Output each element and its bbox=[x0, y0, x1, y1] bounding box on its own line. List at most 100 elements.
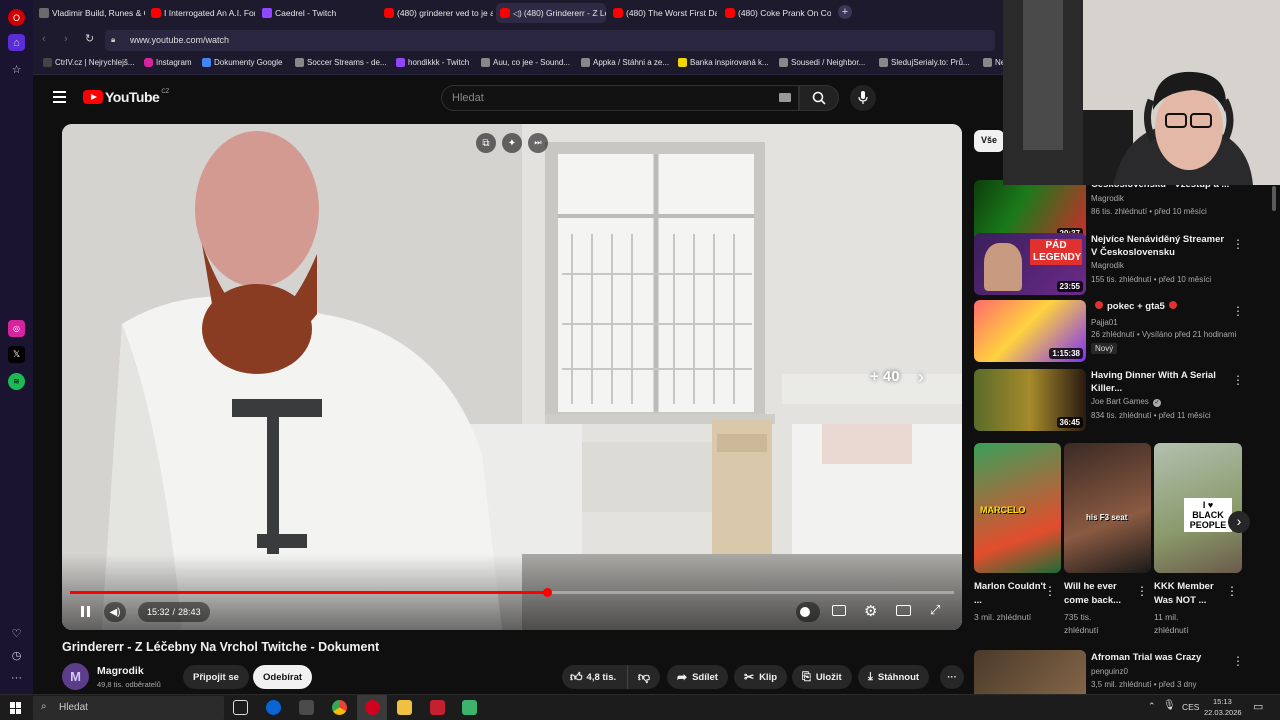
dislike-button[interactable]: 👎︎ bbox=[628, 665, 660, 689]
heart-icon[interactable]: ♡ bbox=[8, 625, 25, 642]
store-icon[interactable] bbox=[299, 700, 314, 715]
more-vertical-icon[interactable]: ⋮ bbox=[1232, 237, 1244, 251]
more-vertical-icon[interactable]: ⋮ bbox=[1136, 584, 1148, 598]
video-title-row[interactable]: pokec + gta5 bbox=[1095, 300, 1235, 313]
outlook-icon[interactable] bbox=[266, 700, 281, 715]
tab-2[interactable]: I Interrogated An A.I. For 7 bbox=[147, 3, 255, 23]
x-twitter-icon[interactable]: 𝕏 bbox=[8, 346, 25, 363]
tab-1[interactable]: Vladimir Build, Runes & C bbox=[35, 3, 145, 23]
address-bar[interactable]: 🔒︎ www.youtube.com/watch bbox=[105, 30, 995, 51]
more-vertical-icon[interactable]: ⋮ bbox=[1232, 654, 1244, 668]
tab-3[interactable]: Caedrel - Twitch bbox=[258, 3, 368, 23]
bookmark-item[interactable]: SledujSerialy.to: Prů... bbox=[879, 58, 970, 67]
spotify-icon[interactable]: ≋ bbox=[8, 373, 25, 390]
filter-chip-all[interactable]: Vše bbox=[974, 130, 1005, 152]
fullscreen-icon[interactable]: ⤢ bbox=[930, 602, 940, 618]
forward-icon[interactable]: › bbox=[64, 33, 68, 45]
short-thumbnail[interactable]: his F3 seat bbox=[1064, 443, 1151, 573]
short-title[interactable]: Will he ever come back... bbox=[1064, 580, 1136, 608]
instagram-icon[interactable]: ◎ bbox=[8, 320, 25, 337]
speaker-icon[interactable]: ◁) bbox=[513, 9, 522, 18]
like-button[interactable]: 👍︎ 4,8 tis. bbox=[562, 665, 628, 689]
bookmark-item[interactable]: Soccer Streams - de... bbox=[295, 58, 387, 67]
bookmark-item[interactable]: Instagram bbox=[144, 58, 192, 67]
skip-icon[interactable]: ⏭ bbox=[528, 133, 548, 153]
bookmark-item[interactable]: CtrlV.cz | Nejrychlejš... bbox=[43, 58, 135, 67]
opera-logo-icon[interactable]: O bbox=[8, 9, 25, 26]
video-player[interactable]: ⧉ ✦ ⏭ + 40 › ◀) 15:32/28:43 ⚙ ⤢ bbox=[62, 124, 962, 630]
menu-icon[interactable] bbox=[53, 91, 66, 103]
clock-date[interactable]: 22.03.2026 bbox=[1204, 708, 1242, 717]
recommendation-item[interactable]: PÁD LEGENDY 23:55 Nejvíce Nenáviděný Str… bbox=[974, 233, 1254, 297]
subtitles-icon[interactable] bbox=[832, 605, 846, 616]
video-title[interactable]: pokec + gta5 bbox=[1107, 301, 1165, 312]
clip-button[interactable]: ✂ Klip bbox=[734, 665, 788, 689]
video-thumbnail[interactable] bbox=[974, 650, 1086, 694]
download-button[interactable]: ⤓ Stáhnout bbox=[858, 665, 930, 689]
reload-icon[interactable]: ↻ bbox=[85, 32, 94, 45]
channel-name[interactable]: Magrodik bbox=[97, 665, 144, 677]
short-thumbnail[interactable]: MARCELO bbox=[974, 443, 1061, 573]
home-icon[interactable]: ⌂ bbox=[8, 34, 25, 51]
new-tab-button[interactable]: + bbox=[838, 5, 852, 19]
bookmark-item[interactable]: Sousedi / Neighbor... bbox=[779, 58, 865, 67]
video-thumbnail[interactable]: 1:15:38 bbox=[974, 300, 1086, 362]
more-vertical-icon[interactable]: ⋮ bbox=[1226, 584, 1238, 598]
more-vertical-icon[interactable]: ⋮ bbox=[1232, 373, 1244, 387]
video-channel[interactable]: penguinz0 bbox=[1091, 667, 1128, 676]
search-button[interactable] bbox=[799, 85, 839, 111]
chrome-icon[interactable] bbox=[332, 700, 347, 715]
tab-6[interactable]: (480) The Worst First Date bbox=[609, 3, 717, 23]
progress-bar[interactable] bbox=[70, 588, 954, 597]
page-scrollbar[interactable] bbox=[1272, 186, 1276, 211]
voice-search-button[interactable] bbox=[850, 85, 876, 111]
more-vertical-icon[interactable]: ⋮ bbox=[1044, 584, 1056, 598]
share-button[interactable]: ➦ Sdílet bbox=[667, 665, 728, 689]
back-icon[interactable]: ‹ bbox=[42, 33, 46, 45]
autoplay-toggle[interactable] bbox=[796, 602, 820, 622]
short-title[interactable]: KKK Member Was NOT ... bbox=[1154, 580, 1226, 608]
video-channel[interactable]: Magrodik bbox=[1091, 194, 1124, 203]
bookmark-item[interactable]: Appka / Stáhni a ze... bbox=[581, 58, 669, 67]
miniplayer-copy-icon[interactable]: ⧉ bbox=[476, 133, 496, 153]
keyboard-icon[interactable] bbox=[779, 93, 791, 102]
pause-button[interactable] bbox=[78, 604, 94, 620]
task-view-icon[interactable] bbox=[233, 700, 248, 715]
search-input[interactable]: Hledat bbox=[441, 85, 799, 111]
recommendation-item[interactable]: 36:45 Having Dinner With A Serial Killer… bbox=[974, 369, 1254, 433]
recommendation-item[interactable]: Afroman Trial was Crazy penguinz0 3,5 mi… bbox=[974, 650, 1254, 694]
join-button[interactable]: Připojit se bbox=[183, 665, 249, 689]
theater-mode-icon[interactable] bbox=[896, 605, 911, 616]
youtube-logo[interactable]: YouTube CZ bbox=[83, 89, 169, 105]
opera-icon[interactable] bbox=[365, 700, 380, 715]
tab-7[interactable]: (480) Coke Prank On Cop bbox=[721, 3, 831, 23]
video-thumbnail[interactable]: PÁD LEGENDY 23:55 bbox=[974, 233, 1086, 295]
sparkle-icon[interactable]: ✦ bbox=[502, 133, 522, 153]
more-vertical-icon[interactable]: ⋮ bbox=[1232, 304, 1244, 318]
more-actions-button[interactable]: ··· bbox=[940, 665, 964, 689]
video-title[interactable]: Nejvíce Nenáviděný Streamer V Českoslove… bbox=[1091, 233, 1231, 259]
history-icon[interactable]: ◷ bbox=[8, 647, 25, 664]
bookmark-item[interactable]: Dokumenty Google bbox=[202, 58, 282, 67]
chevron-right-icon[interactable]: › bbox=[918, 367, 924, 388]
bookmark-item[interactable]: Ne bbox=[983, 58, 1005, 67]
short-title[interactable]: Marlon Couldn't ... bbox=[974, 580, 1046, 608]
file-explorer-icon[interactable] bbox=[397, 700, 412, 715]
channel-avatar[interactable]: M bbox=[62, 663, 89, 690]
speed-dial-icon[interactable]: ☆ bbox=[8, 61, 25, 78]
video-title[interactable]: Afroman Trial was Crazy bbox=[1091, 651, 1231, 664]
video-channel[interactable]: Joe Bart Games bbox=[1091, 397, 1149, 406]
input-language[interactable]: CES bbox=[1182, 702, 1199, 712]
settings-gear-icon[interactable]: ⚙ bbox=[864, 602, 877, 620]
bookmark-item[interactable]: Auu, co jee - Sound... bbox=[481, 58, 570, 67]
windows-start-icon[interactable] bbox=[10, 702, 22, 714]
subscribe-button[interactable]: Odebírat bbox=[253, 665, 313, 689]
recommendation-item[interactable]: 1:15:38 pokec + gta5 Pajja01 26 zhlédnut… bbox=[974, 300, 1254, 364]
video-channel[interactable]: Pajja01 bbox=[1091, 318, 1118, 327]
short-thumbnail[interactable]: I ♥ BLACK PEOPLE bbox=[1154, 443, 1242, 573]
more-icon[interactable]: ··· bbox=[8, 669, 25, 686]
tab-5-active[interactable]: ◁) (480) Grindererr - Z Lé bbox=[496, 3, 606, 23]
url-text[interactable]: www.youtube.com/watch bbox=[130, 35, 229, 45]
taskbar-search-input[interactable]: ⌕ Hledat bbox=[33, 696, 224, 720]
video-title[interactable]: Having Dinner With A Serial Killer... bbox=[1091, 369, 1231, 395]
